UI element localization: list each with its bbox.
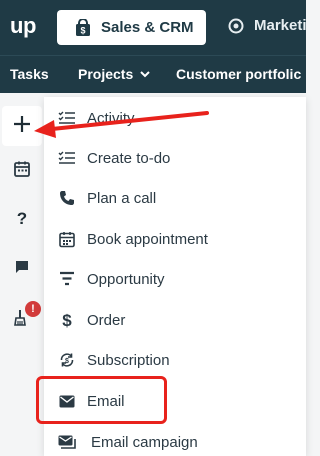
help-rail-button[interactable]: ? [0, 200, 44, 240]
calendar-icon [13, 160, 31, 183]
menu-item-label: Book appointment [87, 230, 208, 248]
checklist-icon [58, 149, 76, 167]
menu-item-email-campaign[interactable]: Email campaign [44, 422, 306, 456]
menu-item-label: Plan a call [87, 189, 157, 207]
menu-item-subscription[interactable]: $ Subscription [44, 340, 306, 380]
subscription-icon: $ [58, 351, 76, 369]
menu-item-book-appointment[interactable]: Book appointment [44, 219, 306, 259]
email-campaign-icon [58, 433, 76, 451]
calendar-rail-button[interactable] [0, 151, 44, 191]
nav-projects[interactable]: Projects [78, 66, 150, 82]
nav-tasks[interactable]: Tasks [10, 66, 49, 82]
email-highlight-box [36, 376, 167, 424]
create-new-button[interactable] [2, 106, 42, 146]
product-sales-crm-button[interactable]: $ Sales & CRM [57, 10, 206, 45]
svg-text:$: $ [80, 25, 85, 35]
product-marketing-button[interactable]: Marketi [228, 17, 307, 34]
checklist-icon [58, 109, 76, 127]
menu-item-activity[interactable]: Activity [44, 98, 306, 138]
funnel-icon [58, 270, 76, 288]
menu-item-order[interactable]: $ Order [44, 300, 306, 340]
nav-customer-portfolio[interactable]: Customer portfolic [176, 66, 301, 82]
svg-text:$: $ [65, 358, 69, 365]
menu-item-create-todo[interactable]: Create to-do [44, 138, 306, 178]
svg-text:$: $ [62, 311, 72, 329]
menu-item-label: Subscription [87, 351, 170, 369]
menu-item-label: Activity [87, 109, 135, 127]
help-icon: ? [15, 209, 29, 232]
nav-label: Projects [78, 66, 134, 82]
plus-icon [13, 115, 31, 138]
dollar-icon: $ [58, 311, 76, 329]
chat-icon [14, 259, 30, 280]
chat-rail-button[interactable] [0, 249, 44, 289]
menu-item-opportunity[interactable]: Opportunity [44, 259, 306, 299]
menu-item-label: Order [87, 311, 126, 329]
menu-item-label: Opportunity [87, 270, 165, 288]
chevron-down-icon [140, 70, 150, 78]
secondary-nav: Tasks Projects Customer portfolic [0, 55, 306, 93]
menu-item-label: Create to-do [87, 149, 171, 167]
app-logo[interactable]: up [10, 13, 36, 39]
calendar-icon [58, 230, 76, 248]
top-bar: up $ Sales & CRM Marketi [0, 0, 307, 55]
phone-icon [58, 189, 76, 207]
nav-label: Customer portfolic [176, 66, 302, 82]
shopping-bag-icon: $ [75, 18, 91, 37]
product-label: Sales & CRM [101, 19, 194, 36]
nav-label: Tasks [10, 66, 49, 82]
svg-text:?: ? [17, 209, 27, 227]
alert-badge: ! [25, 301, 41, 317]
product-label: Marketi [254, 17, 307, 34]
menu-item-plan-call[interactable]: Plan a call [44, 178, 306, 218]
menu-item-label: Email campaign [91, 433, 198, 451]
marketing-icon [228, 18, 244, 34]
